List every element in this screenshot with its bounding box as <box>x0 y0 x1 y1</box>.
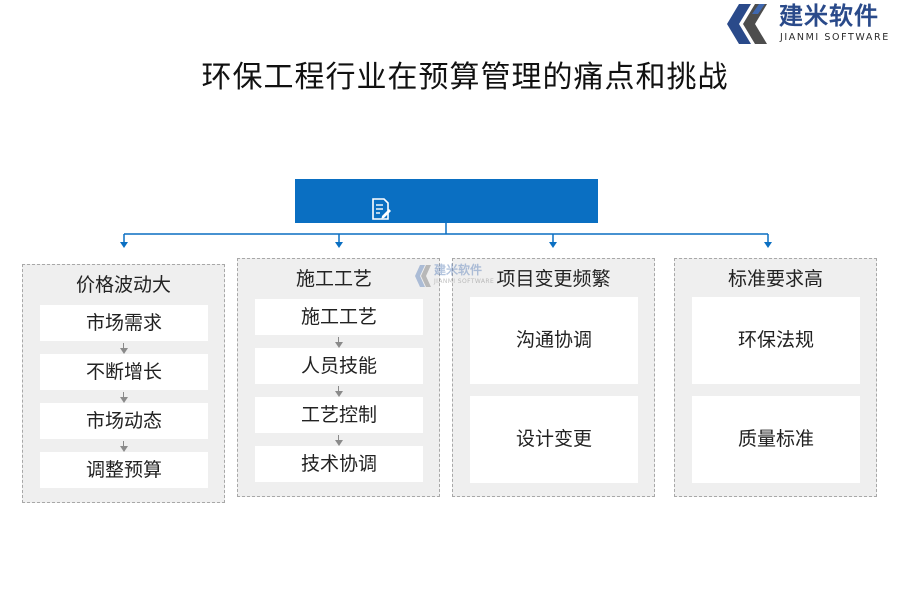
watermark-name-cn: 建米软件 <box>434 263 483 277</box>
category-item: 质量标准 <box>692 396 860 483</box>
category-item: 工艺控制 <box>255 397 423 433</box>
watermark-name-en: JIANMI SOFTWARE <box>434 278 495 285</box>
category-panel: 施工工艺 施工工艺 人员技能 工艺控制 技术协调 <box>237 258 440 497</box>
category-title: 标准要求高 <box>727 268 823 290</box>
watermark: 建米软件 JIANMI SOFTWARE <box>414 262 494 290</box>
category-panel: 项目变更频繁 沟通协调 设计变更 <box>452 258 655 497</box>
connector-arrowhead <box>549 242 557 248</box>
category-item: 市场动态 <box>40 403 208 439</box>
connector-arrowhead <box>335 242 343 248</box>
category-item: 调整预算 <box>40 452 208 488</box>
connector-arrowhead <box>764 242 772 248</box>
jianmi-logo-icon <box>727 4 767 44</box>
category-item: 沟通协调 <box>470 297 638 384</box>
page-title: 环保工程行业在预算管理的痛点和挑战 <box>201 60 729 95</box>
jianmi-watermark-icon <box>415 265 431 287</box>
document-edit-icon <box>372 198 391 220</box>
root-node <box>295 179 598 223</box>
category-item: 人员技能 <box>255 348 423 384</box>
category-item: 市场需求 <box>40 305 208 341</box>
category-item: 环保法规 <box>692 297 860 384</box>
connector-arrowhead <box>120 242 128 248</box>
logo-name-cn: 建米软件 <box>779 2 879 30</box>
category-item: 技术协调 <box>255 446 423 482</box>
logo-name-en: JIANMI SOFTWARE <box>780 32 890 43</box>
category-title: 价格波动大 <box>75 274 171 296</box>
category-item: 设计变更 <box>470 396 638 483</box>
category-item: 施工工艺 <box>255 299 423 335</box>
category-panel: 标准要求高 环保法规 质量标准 <box>674 258 877 497</box>
category-title: 施工工艺 <box>296 268 373 290</box>
category-item: 不断增长 <box>40 354 208 390</box>
category-panel: 价格波动大 市场需求 不断增长 市场动态 调整预算 <box>22 264 225 503</box>
brand-logo: 建米软件 JIANMI SOFTWARE <box>725 2 897 46</box>
